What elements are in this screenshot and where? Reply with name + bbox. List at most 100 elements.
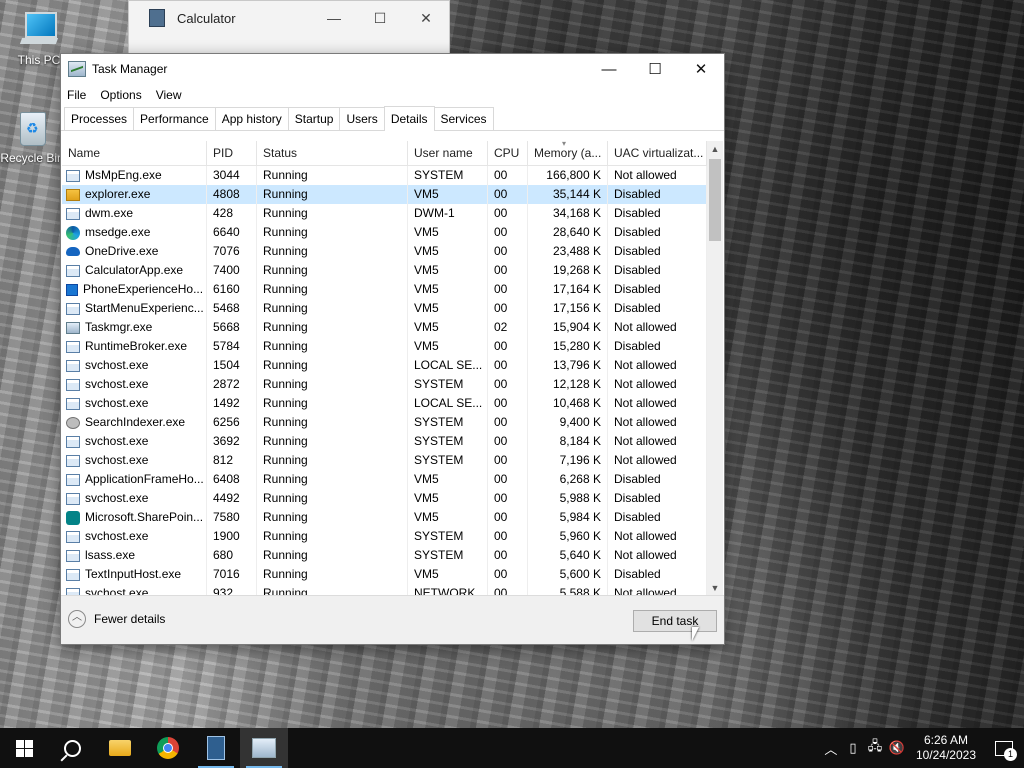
task-manager-icon xyxy=(68,61,86,77)
end-task-button[interactable]: End task xyxy=(633,610,717,632)
table-row[interactable]: svchost.exe 1492 Running LOCAL SE... 00 10,46… xyxy=(62,394,707,413)
tablet-icon[interactable]: ▯ xyxy=(842,740,864,756)
cell-memory: 7,196 K xyxy=(528,451,608,470)
cell-memory: 166,800 K xyxy=(528,166,608,185)
column-header-cpu[interactable]: CPU xyxy=(488,141,528,165)
app-process-icon xyxy=(66,207,80,220)
search-process-icon xyxy=(66,416,80,429)
table-body: MsMpEng.exe 3044 Running SYSTEM 00 166,800 KN… xyxy=(62,166,707,596)
taskbar-task-manager[interactable] xyxy=(240,728,288,768)
scroll-up-icon[interactable]: ▲ xyxy=(707,141,723,157)
tab-users[interactable]: Users xyxy=(339,107,385,130)
tab-processes[interactable]: Processes xyxy=(64,107,135,130)
menu-options[interactable]: Options xyxy=(100,88,141,102)
process-name: dwm.exe xyxy=(85,206,134,220)
table-row[interactable]: MsMpEng.exe 3044 Running SYSTEM 00 166,800 KN… xyxy=(62,166,707,185)
cell-uac: Not allowed xyxy=(608,451,707,470)
table-row[interactable]: svchost.exe 812 Running SYSTEM 00 7,196 K Not … xyxy=(62,451,707,470)
cell-user-name: VM5 xyxy=(408,280,488,299)
cell-uac: Disabled xyxy=(608,204,707,223)
calculator-minimize-button[interactable]: — xyxy=(311,10,357,26)
table-row[interactable]: OneDrive.exe 7076 Running VM5 00 23,488 K Disa… xyxy=(62,242,707,261)
cell-name: svchost.exe xyxy=(62,527,207,546)
taskbar-chrome[interactable] xyxy=(144,728,192,768)
cell-user-name: LOCAL SE... xyxy=(408,356,488,375)
tab-app-history[interactable]: App history xyxy=(214,107,289,130)
clock[interactable]: 6:26 AM 10/24/2023 xyxy=(908,733,984,763)
maximize-button[interactable]: ☐ xyxy=(632,54,678,84)
task-manager-window[interactable]: Task Manager — ☐ ✕ File Options View Pro… xyxy=(60,53,725,645)
table-row[interactable]: ApplicationFrameHo... 6408 Running VM5 00 6,2… xyxy=(62,470,707,489)
cell-user-name: VM5 xyxy=(408,318,488,337)
column-header-pid[interactable]: PID xyxy=(207,141,257,165)
cell-uac: Disabled xyxy=(608,508,707,527)
taskbar-calculator[interactable] xyxy=(192,728,240,768)
cell-status: Running xyxy=(257,375,408,394)
table-row[interactable]: CalculatorApp.exe 7400 Running VM5 00 19,268 … xyxy=(62,261,707,280)
cell-uac: Disabled xyxy=(608,337,707,356)
scroll-down-icon[interactable]: ▼ xyxy=(707,580,723,596)
network-icon[interactable]: 🖧 xyxy=(864,737,886,759)
system-tray: ︿ ▯ 🖧 🔇 6:26 AM 10/24/2023 1 xyxy=(820,728,1024,768)
window-title: Task Manager xyxy=(92,62,168,76)
task-manager-titlebar[interactable]: Task Manager — ☐ ✕ xyxy=(61,54,724,84)
table-row[interactable]: Taskmgr.exe 5668 Running VM5 02 15,904 K Not a… xyxy=(62,318,707,337)
column-header-memory[interactable]: Memory (a... xyxy=(528,141,608,165)
table-row[interactable]: svchost.exe 4492 Running VM5 00 5,988 K Disabl… xyxy=(62,489,707,508)
table-row[interactable]: StartMenuExperienc... 5468 Running VM5 00 17,… xyxy=(62,299,707,318)
tab-services[interactable]: Services xyxy=(433,107,494,130)
table-row[interactable]: svchost.exe 2872 Running SYSTEM 00 12,128 K No… xyxy=(62,375,707,394)
table-row[interactable]: TextInputHost.exe 7016 Running VM5 00 5,600 K… xyxy=(62,565,707,584)
scrollbar-thumb[interactable] xyxy=(709,159,721,241)
column-header-status[interactable]: Status xyxy=(257,141,408,165)
chevron-up-icon[interactable]: ︿ xyxy=(820,739,842,758)
cell-status: Running xyxy=(257,299,408,318)
taskbar-file-explorer[interactable] xyxy=(96,728,144,768)
menu-file[interactable]: File xyxy=(67,88,86,102)
table-row[interactable]: lsass.exe 680 Running SYSTEM 00 5,640 K Not al… xyxy=(62,546,707,565)
table-row[interactable]: svchost.exe 3692 Running SYSTEM 00 8,184 K Not… xyxy=(62,432,707,451)
table-row[interactable]: msedge.exe 6640 Running VM5 00 28,640 K Disabl… xyxy=(62,223,707,242)
table-row[interactable]: SearchIndexer.exe 6256 Running SYSTEM 00 9,40… xyxy=(62,413,707,432)
calculator-maximize-button[interactable]: ☐ xyxy=(357,10,403,27)
cell-name: RuntimeBroker.exe xyxy=(62,337,207,356)
table-row[interactable]: Microsoft.SharePoin... 7580 Running VM5 00 5,… xyxy=(62,508,707,527)
table-row[interactable]: svchost.exe 1900 Running SYSTEM 00 5,960 K Not… xyxy=(62,527,707,546)
search-button[interactable] xyxy=(48,728,96,768)
table-row[interactable]: PhoneExperienceHo... 6160 Running VM5 00 17,1… xyxy=(62,280,707,299)
column-header-user-name[interactable]: User name xyxy=(408,141,488,165)
tab-startup[interactable]: Startup xyxy=(287,107,341,130)
cell-status: Running xyxy=(257,318,408,337)
cell-pid: 1504 xyxy=(207,356,257,375)
menu-view[interactable]: View xyxy=(156,88,182,102)
app-process-icon xyxy=(66,568,80,581)
vertical-scrollbar[interactable]: ▲ ▼ xyxy=(707,141,723,596)
tab-details[interactable]: Details xyxy=(383,106,435,131)
cell-user-name: SYSTEM xyxy=(408,451,488,470)
table-row[interactable]: svchost.exe 1504 Running LOCAL SE... 00 13,79… xyxy=(62,356,707,375)
calculator-titlebar[interactable]: Calculator — ☐ ✕ xyxy=(129,1,449,35)
file-explorer-icon xyxy=(109,740,131,756)
process-name: svchost.exe xyxy=(85,377,149,391)
volume-muted-icon[interactable]: 🔇 xyxy=(886,740,908,756)
table-row[interactable]: dwm.exe 428 Running DWM-1 00 34,168 K Disabled xyxy=(62,204,707,223)
cell-status: Running xyxy=(257,508,408,527)
column-header-name[interactable]: Name xyxy=(62,141,207,165)
minimize-button[interactable]: — xyxy=(586,54,632,84)
table-row[interactable]: RuntimeBroker.exe 5784 Running VM5 00 15,280 … xyxy=(62,337,707,356)
column-header-uac[interactable]: UAC virtualizat... xyxy=(608,141,707,165)
task-manager-icon xyxy=(252,738,276,758)
close-button[interactable]: ✕ xyxy=(678,54,724,84)
phone-process-icon xyxy=(66,283,78,296)
app-process-icon xyxy=(66,473,80,486)
start-button[interactable] xyxy=(0,728,48,768)
fewer-details-button[interactable]: ︿ Fewer details xyxy=(68,610,165,628)
cell-cpu: 02 xyxy=(488,318,528,337)
cell-status: Running xyxy=(257,204,408,223)
table-row[interactable]: explorer.exe 4808 Running VM5 00 35,144 K Disa… xyxy=(62,185,707,204)
cell-pid: 3044 xyxy=(207,166,257,185)
desktop-icon-recycle-bin[interactable]: Recycle Bin xyxy=(0,108,64,165)
action-center-button[interactable]: 1 xyxy=(984,728,1024,768)
tab-performance[interactable]: Performance xyxy=(133,107,216,130)
calculator-close-button[interactable]: ✕ xyxy=(403,10,449,27)
